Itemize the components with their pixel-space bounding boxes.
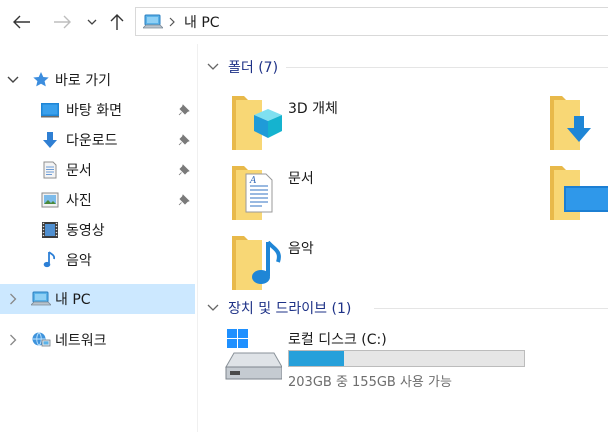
group-divider: [286, 67, 608, 68]
folder-desktop[interactable]: [548, 160, 608, 222]
group-divider: [374, 308, 608, 309]
folder-music[interactable]: 음악: [230, 230, 380, 292]
chevron-down-icon[interactable]: [6, 73, 20, 87]
sidebar-item-label: 바탕 화면: [66, 103, 122, 119]
sidebar-item-quick-access[interactable]: 바로 가기: [0, 65, 195, 95]
sidebar-item-documents[interactable]: 문서: [0, 155, 195, 185]
computer-icon: [143, 13, 163, 31]
windows-drive-icon: [225, 329, 282, 380]
sidebar-item-pictures[interactable]: 사진: [0, 185, 195, 215]
breadcrumb-separator-icon[interactable]: [167, 17, 177, 27]
drive-usage-fill: [289, 351, 345, 366]
folder-label: 음악: [288, 241, 314, 257]
pin-icon[interactable]: [177, 193, 191, 207]
group-title: 폴더 (7): [228, 60, 279, 76]
group-title: 장치 및 드라이브 (1): [228, 301, 352, 317]
pin-icon[interactable]: [177, 133, 191, 147]
sidebar-item-label: 다운로드: [66, 133, 118, 149]
forward-button[interactable]: [49, 11, 75, 33]
folder-3d-objects[interactable]: 3D 개체: [230, 90, 380, 152]
chevron-down-icon: [206, 301, 220, 315]
sidebar-item-label: 네트워크: [55, 333, 107, 349]
computer-icon: [31, 289, 51, 309]
sidebar-item-downloads[interactable]: 다운로드: [0, 125, 195, 155]
sidebar-item-label: 문서: [66, 163, 92, 179]
download-icon: [40, 130, 60, 150]
drive-free-space: 203GB 중 155GB 사용 가능: [288, 375, 452, 390]
picture-icon: [40, 190, 60, 210]
3d-objects-folder-icon: [232, 96, 282, 150]
video-icon: [40, 220, 60, 240]
drive-c[interactable]: 로컬 디스크 (C:) 203GB 중 155GB 사용 가능: [224, 327, 604, 393]
address-bar[interactable]: 내 PC: [135, 7, 608, 36]
music-folder-icon: [232, 236, 281, 290]
chevron-down-icon: [87, 19, 97, 25]
drives-group-header[interactable]: 장치 및 드라이브 (1): [206, 298, 351, 318]
sidebar-item-label: 동영상: [66, 223, 105, 239]
documents-folder-icon: A: [232, 166, 273, 220]
chevron-right-icon[interactable]: [6, 333, 20, 347]
folder-documents[interactable]: A 문서: [230, 160, 380, 222]
network-icon: [31, 330, 51, 350]
arrow-left-icon: [13, 15, 30, 29]
music-icon: [40, 250, 60, 270]
arrow-up-icon: [110, 14, 124, 30]
svg-text:A: A: [249, 176, 257, 186]
up-button[interactable]: [106, 11, 128, 33]
desktop-folder-icon: [550, 166, 608, 220]
chevron-right-icon[interactable]: [6, 292, 20, 306]
sidebar-item-label: 사진: [66, 193, 92, 209]
desktop-icon: [40, 100, 60, 120]
recent-locations-button[interactable]: [83, 11, 101, 33]
sidebar-item-label: 음악: [66, 253, 92, 269]
folder-label: 3D 개체: [288, 101, 338, 117]
sidebar-item-label: 바로 가기: [55, 73, 111, 89]
document-icon: [40, 160, 60, 180]
sidebar-item-music[interactable]: 음악: [0, 245, 195, 275]
content-pane: 폴더 (7) 3D 개체 A 문서 음악 장치 및 드라이브 (1) 로컬 디스…: [198, 44, 608, 432]
folders-group-header[interactable]: 폴더 (7): [206, 57, 278, 77]
sidebar-item-videos[interactable]: 동영상: [0, 215, 195, 245]
star-icon: [31, 70, 51, 90]
arrow-right-icon: [54, 15, 71, 29]
pin-icon[interactable]: [177, 163, 191, 177]
sidebar-item-label: 내 PC: [55, 292, 91, 308]
folder-downloads[interactable]: [548, 90, 608, 152]
breadcrumb-this-pc[interactable]: 내 PC: [184, 12, 220, 32]
sidebar-item-network[interactable]: 네트워크: [0, 325, 195, 355]
downloads-folder-icon: [550, 96, 591, 150]
navigation-bar: 내 PC: [0, 0, 608, 44]
pin-icon[interactable]: [177, 103, 191, 117]
sidebar-item-this-pc[interactable]: 내 PC: [0, 284, 195, 314]
folder-label: 문서: [288, 171, 314, 187]
back-button[interactable]: [9, 11, 35, 33]
chevron-down-icon: [206, 60, 220, 74]
sidebar-item-desktop[interactable]: 바탕 화면: [0, 95, 195, 125]
drive-usage-bar: [288, 350, 525, 367]
drive-label: 로컬 디스크 (C:): [288, 332, 387, 348]
navigation-pane: 바로 가기 바탕 화면 다운로드 문서 사진 동영상 음악 내 PC 네트워크: [0, 44, 197, 432]
